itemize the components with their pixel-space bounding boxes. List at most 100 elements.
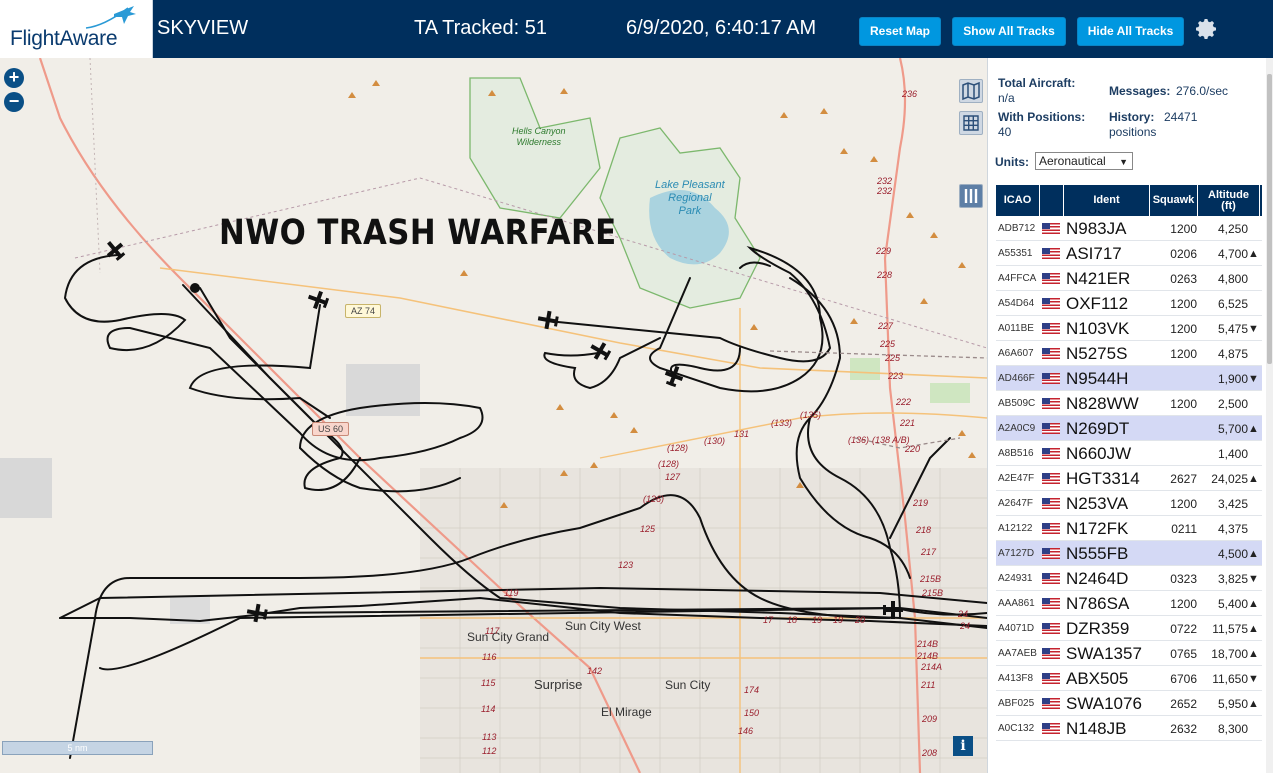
table-row[interactable]: A413F8 ABX505 6706 11,650 ▼	[996, 666, 1262, 691]
row-altitude: 4,800	[1198, 266, 1258, 291]
row-altitude-value: 4,875	[1217, 346, 1248, 361]
highway-number: 146	[738, 726, 754, 736]
table-row[interactable]: A7127D N555FB 4,500 ▲	[996, 541, 1262, 566]
show-all-tracks-button[interactable]: Show All Tracks	[952, 17, 1066, 46]
highway-number: 214B	[917, 651, 939, 661]
col-ident[interactable]: Ident	[1064, 185, 1150, 216]
row-altitude: 4,250	[1198, 216, 1258, 241]
row-altitude-value: 2,500	[1217, 396, 1248, 411]
table-row[interactable]: A12122 N172FK 0211 4,375	[996, 516, 1262, 541]
row-trend-icon: ▲	[1248, 622, 1259, 635]
row-altitude: 3,425	[1198, 491, 1258, 516]
table-row[interactable]: A011BE N103VK 1200 5,475 ▼	[996, 316, 1262, 341]
label-el-mirage: El Mirage	[601, 705, 652, 719]
us-flag-icon	[1042, 291, 1064, 316]
table-row[interactable]: A6A607 N5275S 1200 4,875	[996, 341, 1262, 366]
row-altitude-value: 5,950	[1217, 696, 1248, 711]
table-row[interactable]: ABF025 SWA1076 2652 5,950 ▲	[996, 691, 1262, 716]
row-icao: ABF025	[998, 698, 1035, 709]
highway-number: 117	[485, 626, 500, 636]
gear-icon[interactable]	[1195, 17, 1219, 41]
row-squawk: 0765	[1170, 646, 1197, 661]
map-fold-icon	[962, 81, 980, 101]
info-button[interactable]: i	[953, 736, 973, 756]
row-squawk	[1151, 541, 1197, 566]
us-flag-icon	[1042, 391, 1064, 416]
us-flag-icon	[1042, 441, 1064, 466]
row-altitude: 1,900 ▼	[1198, 366, 1259, 391]
highway-number: 142	[587, 666, 603, 676]
highway-number: 229	[876, 246, 892, 256]
row-squawk: 1200	[1170, 321, 1197, 336]
col-flag[interactable]	[1040, 185, 1064, 216]
us-flag-icon	[1042, 641, 1064, 666]
table-row[interactable]: A4FFCA N421ER 0263 4,800	[996, 266, 1262, 291]
grid-toggle-icon[interactable]	[959, 111, 983, 135]
panel-scroll-thumb[interactable]	[1267, 74, 1272, 364]
row-trend-icon: ▲	[1248, 647, 1259, 660]
row-altitude-value: 3,425	[1217, 496, 1248, 511]
highway-number: 127	[665, 472, 681, 482]
table-row[interactable]: A8B516 N660JW 1,400	[996, 441, 1262, 466]
row-altitude-value: 24,025	[1211, 471, 1248, 486]
table-row[interactable]: A2A0C9 N269DT 5,700 ▲	[996, 416, 1262, 441]
table-row[interactable]: AB509C N828WW 1200 2,500	[996, 391, 1262, 416]
col-icao[interactable]: ICAO	[996, 185, 1040, 216]
highway-number: 20	[855, 615, 866, 625]
row-ident: N555FB	[1066, 543, 1129, 563]
row-trend-icon: ▼	[1248, 672, 1259, 685]
us-flag-icon	[1042, 416, 1064, 441]
aircraft-panel: Total Aircraft: n/a Messages: 276.0/sec …	[987, 58, 1273, 773]
highway-number: 217	[921, 547, 937, 557]
highway-number: 19	[833, 615, 844, 625]
col-squawk[interactable]: Squawk	[1150, 185, 1198, 216]
table-row[interactable]: AAA861 N786SA 1200 5,400 ▲	[996, 591, 1262, 616]
us-flag-icon	[1042, 366, 1064, 391]
row-ident: N786SA	[1066, 593, 1130, 613]
row-icao: ADB712	[998, 223, 1036, 234]
table-row[interactable]: A2647F N253VA 1200 3,425	[996, 491, 1262, 516]
highway-number: (133)	[771, 418, 793, 428]
highway-number: 123	[618, 560, 634, 570]
row-icao: A4FFCA	[998, 273, 1037, 284]
table-row[interactable]: A2E47F HGT3314 2627 24,025 ▲	[996, 466, 1262, 491]
label-sun-city-grand: Sun City Grand	[467, 630, 550, 644]
map-layers-icon[interactable]	[959, 79, 983, 103]
row-squawk: 1200	[1170, 221, 1197, 236]
messages-value: 276.0/sec	[1176, 84, 1229, 98]
us-flag-icon	[1042, 616, 1064, 641]
table-row[interactable]: AA7AEB SWA1357 0765 18,700 ▲	[996, 641, 1262, 666]
highway-number: 222	[896, 397, 912, 407]
highway-number: 150	[744, 708, 760, 718]
row-ident: ABX505	[1066, 668, 1129, 688]
table-row[interactable]: A0C132 N148JB 2632 8,300	[996, 716, 1262, 741]
label-hells-canyon: Hells Canyon Wilderness	[512, 126, 566, 147]
zoom-out-button[interactable]: −	[4, 92, 24, 112]
table-row[interactable]: A4071D DZR359 0722 11,575 ▲	[996, 616, 1262, 641]
flightaware-logo[interactable]: FlightAware	[0, 0, 153, 58]
columns-toggle-icon[interactable]	[959, 184, 983, 208]
highway-number: 227	[878, 321, 894, 331]
highway-number: 221	[900, 418, 916, 428]
highway-number: 228	[877, 270, 893, 280]
row-altitude-value: 6,525	[1217, 296, 1248, 311]
table-row[interactable]: AD466F N9544H 1,900 ▼	[996, 366, 1262, 391]
table-row[interactable]: A55351 ASI717 0206 4,700 ▲	[996, 241, 1262, 266]
col-altitude[interactable]: Altitude (ft)	[1198, 185, 1260, 216]
table-row[interactable]: A54D64 OXF112 1200 6,525	[996, 291, 1262, 316]
table-row[interactable]: ADB712 N983JA 1200 4,250	[996, 216, 1262, 241]
map-view[interactable]: Hells Canyon Wilderness Lake Pleasant Re…	[0, 58, 987, 773]
row-altitude-value: 4,500	[1217, 546, 1248, 561]
app-title: SKYVIEW	[157, 17, 249, 39]
messages-label: Messages:	[1109, 84, 1171, 98]
zoom-in-button[interactable]: +	[4, 68, 24, 88]
reset-map-button[interactable]: Reset Map	[859, 17, 941, 46]
units-select[interactable]: Aeronautical	[1035, 152, 1133, 170]
aircraft-table: ICAO Ident Squawk Altitude (ft) ADB712 N9…	[996, 185, 1262, 741]
table-row[interactable]: A24931 N2464D 0323 3,825 ▼	[996, 566, 1262, 591]
hide-all-tracks-button[interactable]: Hide All Tracks	[1077, 17, 1184, 46]
row-ident: N983JA	[1066, 218, 1127, 238]
row-icao: AAA861	[998, 598, 1035, 609]
row-squawk: 0263	[1170, 271, 1197, 286]
row-ident: DZR359	[1066, 618, 1130, 638]
